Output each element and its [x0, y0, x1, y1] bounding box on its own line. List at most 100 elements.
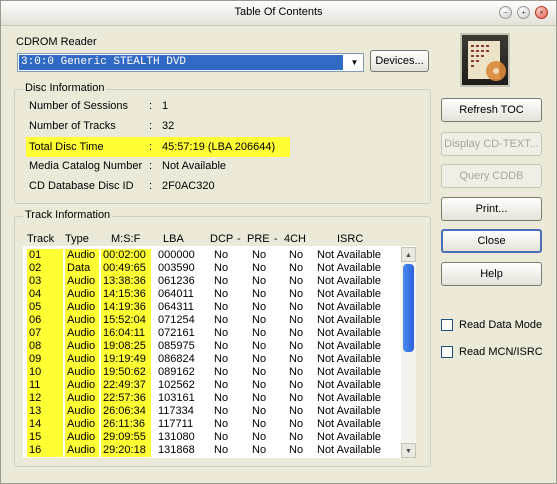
cell-lba: 131868 — [158, 444, 195, 456]
maximize-button[interactable]: + — [517, 6, 530, 19]
cell-4ch: No — [289, 275, 304, 287]
cell-lba: 003590 — [158, 262, 195, 274]
cell-dcp: No — [214, 353, 229, 365]
cell-isrc: Not Available — [317, 418, 382, 430]
table-row[interactable]: 14 Audio 26:11:36 117711 No No No Not Available — [23, 418, 403, 431]
cdrom-reader-select[interactable]: 3:0:0 Generic STEALTH DVD ▼ — [17, 53, 364, 72]
table-row[interactable]: 02 Data 00:49:65 003590 No No No Not Available — [23, 262, 403, 275]
cell-msf: 22:49:37 — [101, 379, 151, 392]
cell-msf: 14:19:36 — [101, 301, 151, 314]
print-button[interactable]: Print... — [441, 197, 542, 221]
toc-window: Table Of Contents – + × CDROM Reader 3:0… — [0, 0, 557, 484]
table-row[interactable]: 03 Audio 13:38:36 061236 No No No Not Available — [23, 275, 403, 288]
table-row[interactable]: 01 Audio 00:02:00 000000 No No No Not Available — [23, 249, 403, 262]
cell-dcp: No — [214, 288, 229, 300]
cell-pre: No — [252, 418, 267, 430]
cell-pre: No — [252, 392, 267, 404]
cell-type: Audio — [65, 275, 99, 288]
info-value: 45:57:19 (LBA 206644) — [162, 141, 276, 153]
info-separator: : — [149, 180, 153, 192]
cell-type: Audio — [65, 314, 99, 327]
cell-msf: 19:08:25 — [101, 340, 151, 353]
scroll-thumb[interactable] — [403, 264, 414, 352]
scroll-up-icon[interactable]: ▲ — [401, 247, 416, 262]
cell-lba: 072161 — [158, 327, 195, 339]
cdrom-reader-selected: 3:0:0 Generic STEALTH DVD — [19, 55, 343, 70]
table-row[interactable]: 08 Audio 19:08:25 085975 No No No Not Available — [23, 340, 403, 353]
read-mcn-isrc-checkbox[interactable] — [441, 346, 453, 358]
cell-track: 05 — [27, 301, 63, 314]
maximize-icon: + — [521, 8, 526, 17]
table-row[interactable]: 05 Audio 14:19:36 064311 No No No Not Available — [23, 301, 403, 314]
cell-type: Audio — [65, 249, 99, 262]
cell-track: 15 — [27, 431, 63, 444]
cell-track: 06 — [27, 314, 63, 327]
table-row[interactable]: 12 Audio 22:57:36 103161 No No No Not Available — [23, 392, 403, 405]
info-value: 32 — [162, 120, 175, 132]
table-row[interactable]: 04 Audio 14:15:36 064011 No No No Not Available — [23, 288, 403, 301]
table-row[interactable]: 16 Audio 29:20:18 131868 No No No Not Available — [23, 444, 403, 457]
devices-button[interactable]: Devices... — [370, 50, 429, 72]
track-list[interactable]: 01 Audio 00:02:00 000000 No No No Not Available… — [23, 246, 416, 458]
table-row[interactable]: 15 Audio 29:09:55 131080 No No No Not Available — [23, 431, 403, 444]
table-row[interactable]: 09 Audio 19:19:49 086824 No No No Not Available — [23, 353, 403, 366]
close-button[interactable]: Close — [441, 229, 542, 253]
refresh-toc-button[interactable]: Refresh TOC — [441, 98, 542, 122]
media-catalog-row: Media Catalog Number : Not Available — [29, 158, 289, 174]
cell-msf: 13:38:36 — [101, 275, 151, 288]
track-list-scrollbar[interactable]: ▲ ▼ — [401, 247, 416, 458]
info-separator: : — [149, 120, 153, 132]
cell-dcp: No — [214, 327, 229, 339]
cell-isrc: Not Available — [317, 444, 382, 456]
cell-pre: No — [252, 301, 267, 313]
cell-isrc: Not Available — [317, 392, 382, 404]
table-row[interactable]: 11 Audio 22:49:37 102562 No No No Not Available — [23, 379, 403, 392]
cell-msf: 14:15:36 — [101, 288, 151, 301]
cell-dcp: No — [214, 275, 229, 287]
cell-type: Audio — [65, 431, 99, 444]
table-row[interactable]: 13 Audio 26:06:34 117334 No No No Not Available — [23, 405, 403, 418]
cell-track: 16 — [27, 444, 63, 457]
cell-dcp: No — [214, 314, 229, 326]
cell-pre: No — [252, 275, 267, 287]
cell-isrc: Not Available — [317, 288, 382, 300]
info-separator: : — [149, 141, 153, 153]
close-window-button[interactable]: × — [535, 6, 548, 19]
cell-pre: No — [252, 366, 267, 378]
cell-4ch: No — [289, 405, 304, 417]
cell-track: 02 — [27, 262, 63, 275]
cell-isrc: Not Available — [317, 314, 382, 326]
header-dash-2: - — [274, 233, 278, 245]
cell-lba: 117334 — [158, 405, 194, 417]
help-button[interactable]: Help — [441, 262, 542, 286]
table-row[interactable]: 10 Audio 19:50:62 089162 No No No Not Available — [23, 366, 403, 379]
cell-track: 13 — [27, 405, 63, 418]
read-data-mode-checkbox[interactable] — [441, 319, 453, 331]
table-row[interactable]: 06 Audio 15:52:04 071254 No No No Not Available — [23, 314, 403, 327]
cell-track: 09 — [27, 353, 63, 366]
table-row[interactable]: 07 Audio 16:04:11 072161 No No No Not Available — [23, 327, 403, 340]
cell-msf: 22:57:36 — [101, 392, 151, 405]
disc-information-title: Disc Information — [23, 82, 107, 94]
cell-dcp: No — [214, 262, 229, 274]
cell-dcp: No — [214, 431, 229, 443]
sessions-row: Number of Sessions : 1 — [29, 98, 289, 114]
info-key: Number of Tracks — [29, 120, 116, 132]
cell-msf: 26:11:36 — [101, 418, 151, 431]
cell-pre: No — [252, 353, 267, 365]
scroll-down-icon[interactable]: ▼ — [401, 443, 416, 458]
cell-lba: 089162 — [158, 366, 195, 378]
cell-track: 01 — [27, 249, 63, 262]
chevron-down-icon[interactable]: ▼ — [347, 55, 362, 70]
cell-4ch: No — [289, 288, 304, 300]
query-cddb-button[interactable]: Query CDDB — [441, 164, 542, 188]
display-cd-text-button[interactable]: Display CD-TEXT... — [441, 132, 542, 156]
cell-msf: 15:52:04 — [101, 314, 151, 327]
read-data-mode-label[interactable]: Read Data Mode — [459, 319, 542, 331]
minimize-button[interactable]: – — [499, 6, 512, 19]
info-separator: : — [149, 160, 153, 172]
cddb-disc-id-row: CD Database Disc ID : 2F0AC320 — [29, 178, 289, 194]
cell-track: 07 — [27, 327, 63, 340]
read-mcn-isrc-label[interactable]: Read MCN/ISRC — [459, 346, 543, 358]
cell-type: Audio — [65, 379, 99, 392]
